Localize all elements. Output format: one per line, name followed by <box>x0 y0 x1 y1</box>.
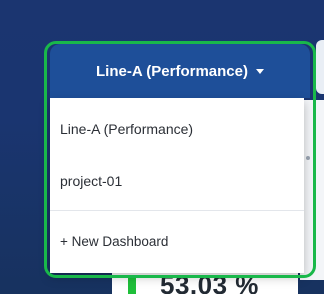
menu-divider <box>50 210 304 211</box>
dashboard-dropdown-menu: Line-A (Performance) project-01 + New Da… <box>50 98 304 273</box>
new-dashboard-button[interactable]: + New Dashboard <box>60 234 168 249</box>
menu-item-project-01[interactable]: project-01 <box>60 173 122 189</box>
adjacent-tab <box>316 40 324 94</box>
dashboard-selector-label: Line-A (Performance) <box>96 62 248 80</box>
caret-down-icon <box>255 69 264 74</box>
gauge-bar <box>128 276 136 294</box>
menu-item-line-a[interactable]: Line-A (Performance) <box>60 121 193 137</box>
gauge-percentage: 53.03 % <box>160 270 259 294</box>
dashboard-selector-button[interactable]: Line-A (Performance) <box>50 44 310 98</box>
background-dot <box>306 156 310 160</box>
